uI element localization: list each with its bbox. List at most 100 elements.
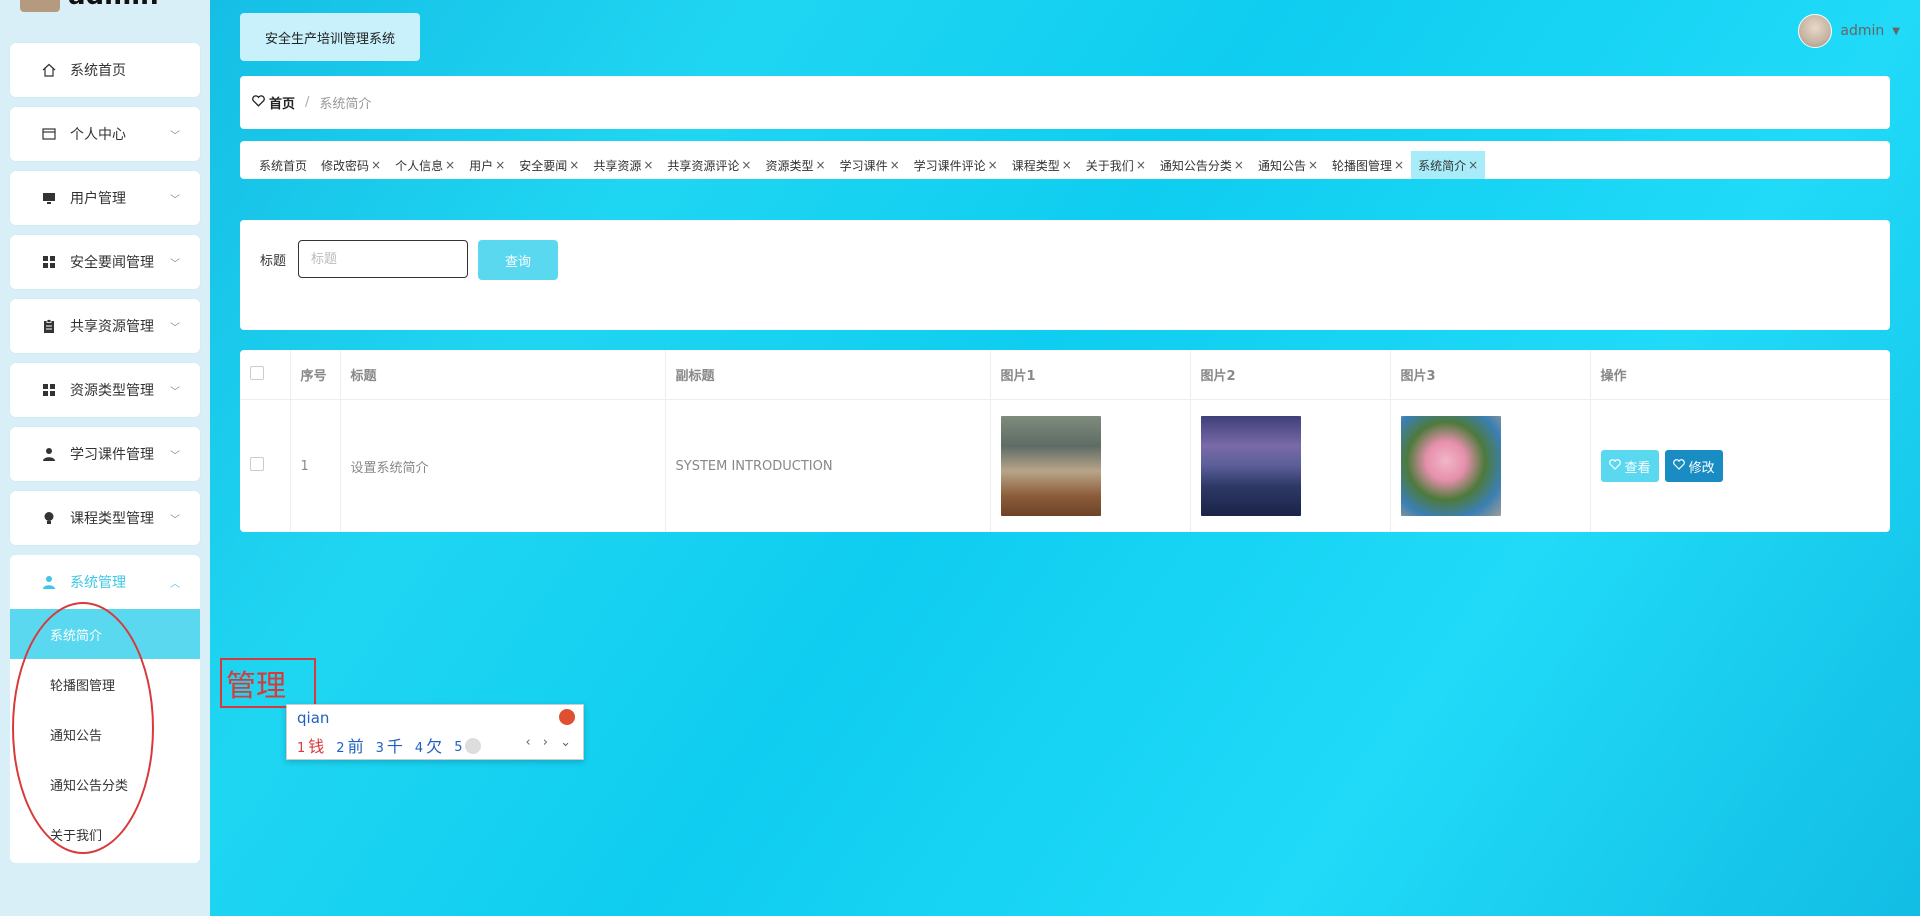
- tag-notice[interactable]: 通知公告 ×: [1251, 151, 1325, 179]
- column-header-index: 序号: [290, 350, 341, 400]
- tag-shared-resources[interactable]: 共享资源 ×: [586, 151, 660, 179]
- tag-user[interactable]: 用户 ×: [462, 151, 512, 179]
- emoji-candidate-icon: [465, 738, 482, 754]
- column-header-image2: 图片2: [1190, 350, 1391, 400]
- sidebar-item-label: 安全要闻管理: [70, 255, 154, 271]
- tag-system-intro[interactable]: 系统简介 ×: [1411, 151, 1486, 179]
- tag-courseware[interactable]: 学习课件 ×: [833, 151, 907, 179]
- tag-courseware-comments[interactable]: 学习课件评论 ×: [907, 151, 1005, 179]
- cell-subtitle: SYSTEM INTRODUCTION: [665, 399, 991, 532]
- tag-safety-news[interactable]: 安全要闻 ×: [512, 151, 586, 179]
- close-icon[interactable]: ×: [1234, 158, 1244, 172]
- breadcrumb-separator: /: [305, 95, 310, 110]
- close-icon[interactable]: ×: [890, 158, 900, 172]
- close-icon[interactable]: ×: [445, 158, 455, 172]
- tag-label: 共享资源评论: [667, 158, 740, 173]
- sidebar-item-personal-center[interactable]: 个人中心 ﹀: [10, 107, 200, 161]
- chevron-down-icon: ﹀: [170, 194, 180, 206]
- heart-icon: [252, 94, 265, 111]
- breadcrumb-home[interactable]: 首页: [252, 93, 295, 112]
- close-icon[interactable]: ×: [816, 158, 826, 172]
- tag-personal-info[interactable]: 个人信息 ×: [388, 151, 462, 179]
- grid-icon: [40, 382, 58, 398]
- cell-actions: 查看 修改: [1590, 400, 1890, 533]
- column-header-actions: 操作: [1590, 350, 1890, 400]
- sidebar-item-label: 系统管理: [70, 575, 126, 591]
- sidebar-item-user-management[interactable]: 用户管理 ﹀: [10, 171, 200, 225]
- row-checkbox[interactable]: [250, 457, 264, 471]
- tag-label: 轮播图管理: [1332, 158, 1393, 173]
- chevron-down-icon: ﹀: [170, 386, 180, 398]
- tag-resource-types[interactable]: 资源类型 ×: [758, 151, 832, 179]
- ime-candidate[interactable]: 4欠: [415, 733, 442, 757]
- tag-label: 资源类型: [765, 158, 814, 173]
- edit-button[interactable]: 修改: [1664, 450, 1723, 482]
- ime-candidate[interactable]: 1钱: [297, 733, 324, 757]
- clipboard-icon: [40, 318, 58, 334]
- close-icon[interactable]: ×: [569, 158, 579, 172]
- sidebar-item-system-management[interactable]: 系统管理 ︿: [10, 555, 200, 609]
- sidebar-item-resource-types[interactable]: 资源类型管理 ﹀: [10, 363, 200, 417]
- sidebar-item-shared-resources[interactable]: 共享资源管理 ﹀: [10, 299, 200, 353]
- close-icon[interactable]: ×: [1308, 158, 1318, 172]
- user-menu[interactable]: admin ▼: [1798, 14, 1900, 48]
- view-button[interactable]: 查看: [1600, 450, 1659, 482]
- close-icon[interactable]: ×: [643, 158, 653, 172]
- sidebar-subitem-about-us[interactable]: 关于我们: [10, 809, 200, 859]
- pier-image[interactable]: [1200, 416, 1301, 516]
- ime-candidate[interactable]: 3千: [376, 733, 403, 757]
- select-all-checkbox[interactable]: [250, 365, 264, 380]
- tag-shared-resource-comments[interactable]: 共享资源评论 ×: [660, 151, 758, 179]
- tag-label: 学习课件: [839, 158, 888, 173]
- monitor-icon: [40, 190, 58, 206]
- tags-view: 系统首页 修改密码 × 个人信息 × 用户 × 安全要闻 × 共享资源 × 共享资源评论 ×…: [240, 141, 1890, 179]
- ime-candidates: 1钱 2前 3千 4欠 5: [297, 733, 482, 757]
- ime-candidate[interactable]: 5: [454, 736, 482, 755]
- grid-icon: [40, 254, 58, 270]
- sidebar-subitem-carousel[interactable]: 轮播图管理: [10, 659, 200, 709]
- close-icon[interactable]: ×: [1136, 158, 1146, 172]
- close-icon[interactable]: ×: [495, 158, 505, 172]
- chevron-down-icon: ﹀: [170, 450, 180, 462]
- chevron-down-icon: ﹀: [170, 322, 180, 334]
- sidebar-subitem-notice[interactable]: 通知公告: [10, 709, 200, 759]
- tag-home[interactable]: 系统首页: [252, 151, 314, 179]
- tag-label: 共享资源: [593, 158, 642, 173]
- tag-label: 用户: [469, 158, 494, 173]
- candidate-number: 3: [375, 741, 384, 756]
- close-icon[interactable]: ×: [1062, 158, 1072, 172]
- sidebar-item-label: 共享资源管理: [70, 319, 154, 335]
- sidebar-subitem-notice-category[interactable]: 通知公告分类: [10, 759, 200, 809]
- ime-page-nav[interactable]: ‹ › ⌄: [525, 735, 575, 750]
- classroom-image[interactable]: [1000, 416, 1101, 516]
- close-icon[interactable]: ×: [371, 158, 381, 172]
- tag-label: 通知公告: [1257, 158, 1306, 173]
- tag-label: 安全要闻: [519, 158, 568, 173]
- ime-pinyin: qian: [297, 709, 330, 727]
- tag-carousel[interactable]: 轮播图管理 ×: [1325, 151, 1411, 179]
- tag-change-password[interactable]: 修改密码 ×: [314, 151, 388, 179]
- sidebar-item-course-types[interactable]: 课程类型管理 ﹀: [10, 491, 200, 545]
- close-icon[interactable]: ×: [1468, 158, 1478, 172]
- sidebar-item-safety-news[interactable]: 安全要闻管理 ﹀: [10, 235, 200, 289]
- close-icon[interactable]: ×: [988, 158, 998, 172]
- tag-course-types[interactable]: 课程类型 ×: [1005, 151, 1079, 179]
- tag-notice-category[interactable]: 通知公告分类 ×: [1153, 151, 1251, 179]
- breadcrumb: 首页 / 系统简介: [240, 76, 1890, 129]
- close-icon[interactable]: ×: [741, 158, 751, 172]
- search-input[interactable]: [298, 240, 468, 278]
- tag-label: 修改密码: [321, 158, 370, 173]
- sidebar-item-home[interactable]: 系统首页: [10, 43, 200, 97]
- system-title: 安全生产培训管理系统: [240, 13, 420, 61]
- caret-down-icon: ▼: [1892, 25, 1900, 37]
- sidebar-item-courseware[interactable]: 学习课件管理 ﹀: [10, 427, 200, 481]
- tag-label: 系统首页: [259, 158, 308, 173]
- close-icon[interactable]: ×: [1394, 158, 1404, 172]
- sidebar-subitem-system-intro[interactable]: 系统简介: [10, 609, 200, 659]
- sidebar-item-label: 系统首页: [70, 63, 126, 79]
- ime-candidate[interactable]: 2前: [336, 733, 363, 757]
- flowers-image[interactable]: [1400, 416, 1501, 516]
- tag-about-us[interactable]: 关于我们 ×: [1079, 151, 1153, 179]
- search-button[interactable]: 查询: [478, 240, 558, 280]
- home-icon: [40, 62, 58, 78]
